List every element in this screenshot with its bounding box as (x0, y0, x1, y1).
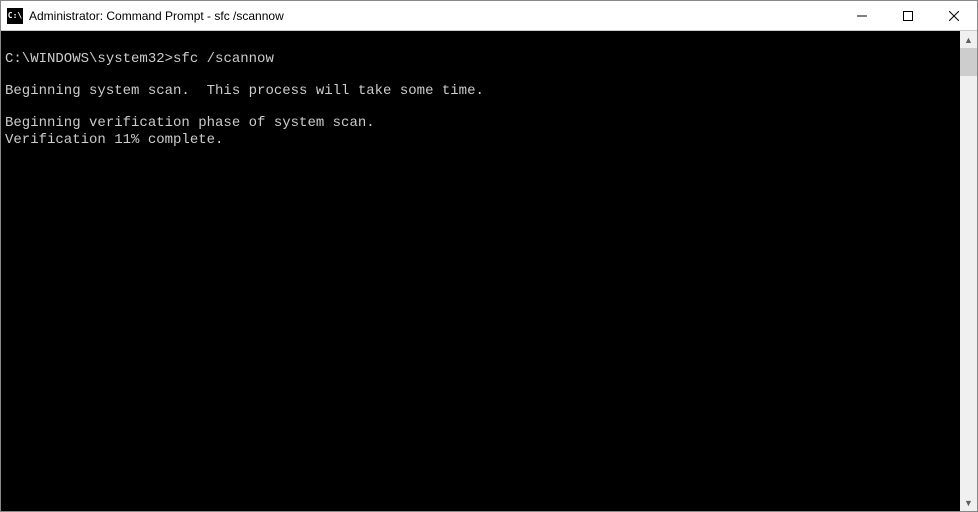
titlebar[interactable]: C:\ Administrator: Command Prompt - sfc … (1, 1, 977, 31)
terminal-prompt: C:\WINDOWS\system32> (5, 51, 173, 67)
window-controls (839, 1, 977, 30)
terminal-blank-line (5, 99, 956, 115)
terminal-output[interactable]: C:\WINDOWS\system32>sfc /scannow Beginnin… (1, 31, 960, 511)
cmd-icon: C:\ (7, 8, 23, 24)
window-title: Administrator: Command Prompt - sfc /sca… (29, 9, 839, 23)
close-button[interactable] (931, 1, 977, 30)
maximize-button[interactable] (885, 1, 931, 30)
terminal-blank-line (5, 35, 956, 51)
terminal-line: Verification 11% complete. (5, 132, 956, 148)
terminal-line: Beginning verification phase of system s… (5, 115, 956, 131)
terminal-blank-line (5, 67, 956, 83)
scroll-down-arrow-icon[interactable]: ▼ (960, 494, 977, 511)
maximize-icon (903, 11, 913, 21)
command-prompt-window: C:\ Administrator: Command Prompt - sfc … (0, 0, 978, 512)
vertical-scrollbar[interactable]: ▲ ▼ (960, 31, 977, 511)
minimize-icon (857, 11, 867, 21)
scrollbar-thumb[interactable] (960, 48, 977, 76)
scrollbar-track[interactable] (960, 48, 977, 494)
scroll-up-arrow-icon[interactable]: ▲ (960, 31, 977, 48)
terminal-line: Beginning system scan. This process will… (5, 83, 956, 99)
cmd-icon-label: C:\ (8, 11, 22, 20)
terminal-command: sfc /scannow (173, 51, 274, 67)
content-area: C:\WINDOWS\system32>sfc /scannow Beginnin… (1, 31, 977, 511)
close-icon (949, 11, 959, 21)
minimize-button[interactable] (839, 1, 885, 30)
terminal-prompt-line: C:\WINDOWS\system32>sfc /scannow (5, 51, 956, 67)
